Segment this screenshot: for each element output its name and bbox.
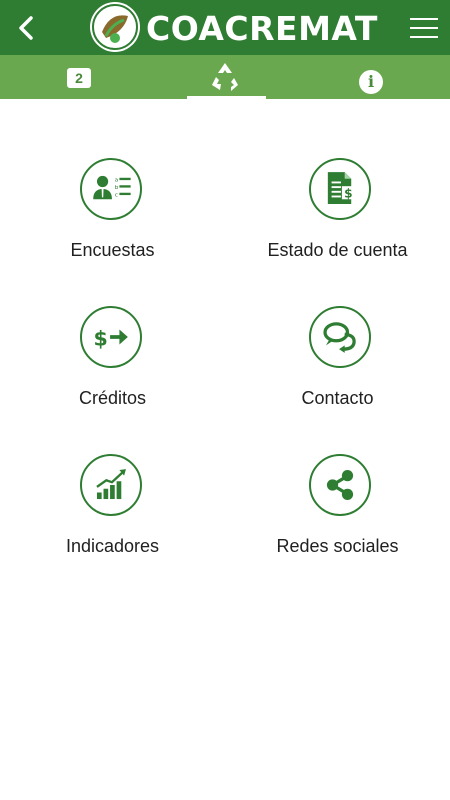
menu-item-label: Créditos — [78, 388, 147, 408]
menu-item-creditos[interactable]: $ Créditos — [0, 306, 225, 446]
menu-item-label: Redes sociales — [276, 536, 399, 556]
svg-text:$: $ — [94, 326, 108, 350]
back-button[interactable] — [10, 12, 42, 44]
svg-text:$: $ — [344, 186, 352, 200]
brand-name: COACREMAT — [146, 9, 378, 48]
svg-text:c: c — [115, 192, 118, 198]
bar-chart-icon — [80, 454, 142, 516]
credits-icon: $ — [80, 306, 142, 368]
tab-notifications[interactable]: 2 — [0, 55, 150, 99]
app-bar: COACREMAT — [0, 0, 450, 55]
menu-line — [410, 27, 438, 29]
menu-line — [410, 18, 438, 20]
menu-item-label: Indicadores — [65, 536, 160, 556]
hamburger-menu-button[interactable] — [410, 18, 438, 40]
notification-badge: 2 — [67, 68, 91, 88]
info-icon: i — [359, 70, 383, 94]
chat-icon — [309, 306, 371, 368]
menu-item-estado-de-cuenta[interactable]: $ Estado de cuenta — [225, 158, 450, 298]
menu-item-indicadores[interactable]: Indicadores — [0, 454, 225, 594]
chevron-left-icon — [19, 16, 33, 40]
logo-emblem — [90, 2, 140, 52]
tab-bar: 2 — [0, 55, 450, 99]
svg-text:a: a — [115, 178, 118, 184]
svg-text:b: b — [115, 185, 119, 191]
menu-item-label: Encuestas — [70, 240, 155, 260]
survey-icon: a b c — [80, 158, 142, 220]
menu-item-label: Contacto — [301, 388, 374, 408]
menu-item-encuestas[interactable]: a b c Encuestas — [0, 158, 225, 298]
active-tab-indicator — [187, 96, 266, 99]
share-icon — [309, 454, 371, 516]
menu-item-contacto[interactable]: Contacto — [225, 306, 450, 446]
menu-item-redes-sociales[interactable]: Redes sociales — [225, 454, 450, 594]
menu-line — [410, 36, 438, 38]
menu-item-label: Estado de cuenta — [267, 240, 408, 260]
tab-home[interactable] — [150, 55, 300, 99]
account-statement-icon: $ — [309, 158, 371, 220]
recycle-logo-icon — [212, 63, 238, 91]
